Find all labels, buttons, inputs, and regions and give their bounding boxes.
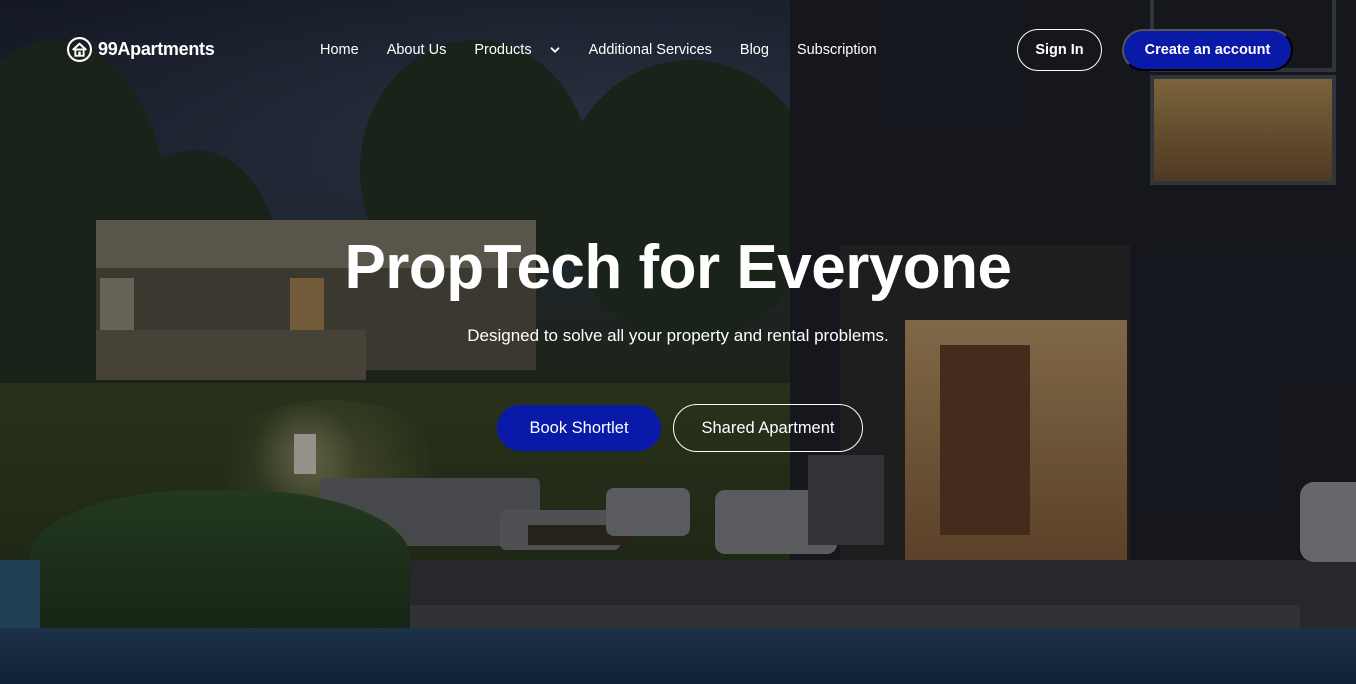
nav-products-label: Products — [474, 42, 532, 58]
create-account-button[interactable]: Create an account — [1122, 29, 1293, 71]
hero-subtitle: Designed to solve all your property and … — [467, 326, 889, 345]
chevron-down-icon — [550, 47, 559, 53]
nav-subscription[interactable]: Subscription — [797, 42, 877, 58]
nav-blog[interactable]: Blog — [740, 42, 769, 58]
brand-logo[interactable]: 99Apartments — [67, 37, 215, 62]
hero-title: PropTech for Everyone — [344, 233, 1012, 302]
main-nav: Home About Us Products Additional Servic… — [320, 40, 877, 60]
brand-name: 99Apartments — [98, 39, 215, 59]
house-icon — [67, 37, 92, 62]
site-header: 99Apartments Home About Us Products Addi… — [0, 0, 1356, 100]
book-shortlet-button[interactable]: Book Shortlet — [497, 405, 661, 451]
nav-products[interactable]: Products — [474, 42, 560, 58]
sign-in-button[interactable]: Sign In — [1017, 29, 1102, 71]
nav-about-us[interactable]: About Us — [387, 42, 447, 58]
nav-additional-services[interactable]: Additional Services — [589, 42, 712, 58]
shared-apartment-button[interactable]: Shared Apartment — [673, 404, 863, 452]
nav-home[interactable]: Home — [320, 42, 359, 58]
